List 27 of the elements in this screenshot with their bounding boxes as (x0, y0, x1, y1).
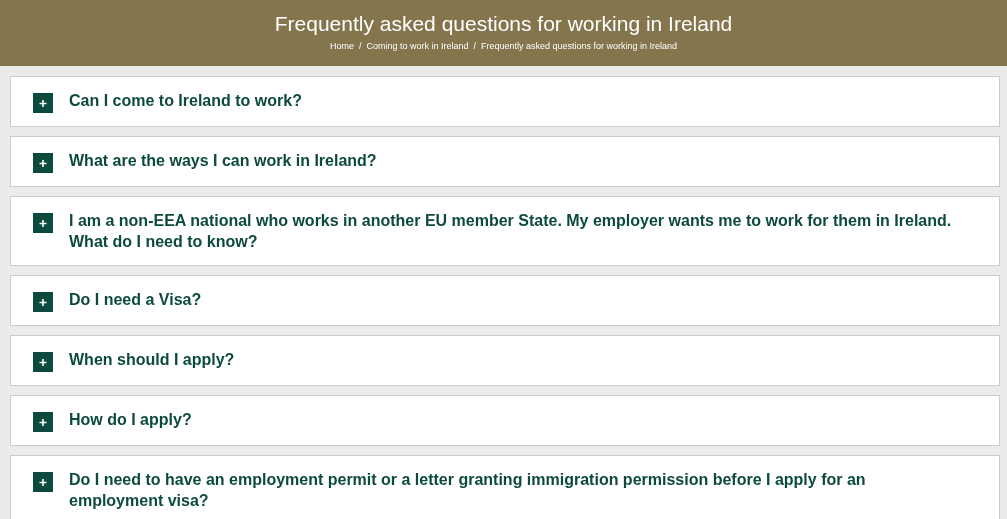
faq-item[interactable]: Do I need to have an employment permit or a letter granting immigration permission before I apply for an employment visa? (10, 455, 1000, 519)
faq-item[interactable]: Do I need a Visa? (10, 275, 1000, 326)
plus-icon[interactable] (33, 292, 53, 312)
plus-icon[interactable] (33, 213, 53, 233)
breadcrumb-current: Frequently asked questions for working in Ireland (481, 40, 678, 52)
faq-question: Do I need to have an employment permit or a letter granting immigration permission before I apply for an employment visa? (69, 470, 867, 511)
faq-item[interactable]: I am a non-EEA national who works in another EU member State. My employer wants me to work for them in Ireland. What do I need to know? (10, 196, 1000, 266)
plus-icon[interactable] (33, 153, 53, 173)
plus-icon[interactable] (33, 472, 53, 492)
breadcrumb-link[interactable]: Home (329, 40, 354, 52)
faq-item[interactable]: What are the ways I can work in Ireland? (10, 136, 1000, 187)
faq-question: Can I come to Ireland to work? (69, 91, 302, 111)
faq-question: Do I need a Visa? (69, 290, 202, 310)
page-title: Frequently asked questions for working in Ireland (274, 10, 733, 37)
faq-item[interactable]: How do I apply? (10, 395, 1000, 446)
plus-icon[interactable] (33, 93, 53, 113)
plus-icon[interactable] (33, 412, 53, 432)
breadcrumb-link[interactable]: Coming to work in Ireland (366, 40, 469, 52)
breadcrumb-separator: / (473, 40, 476, 52)
faq-question: I am a non-EEA national who works in another EU member State. My employer wants me to work for them in Ireland. What do I need to know? (69, 211, 953, 252)
faq-item[interactable]: When should I apply? (10, 335, 1000, 386)
breadcrumb-separator: / (358, 40, 362, 52)
plus-icon[interactable] (33, 352, 53, 372)
faq-question: How do I apply? (69, 410, 192, 430)
faq-question: What are the ways I can work in Ireland? (69, 151, 377, 171)
faq-item[interactable]: Can I come to Ireland to work? (10, 76, 1000, 127)
faq-question: When should I apply? (69, 350, 235, 370)
